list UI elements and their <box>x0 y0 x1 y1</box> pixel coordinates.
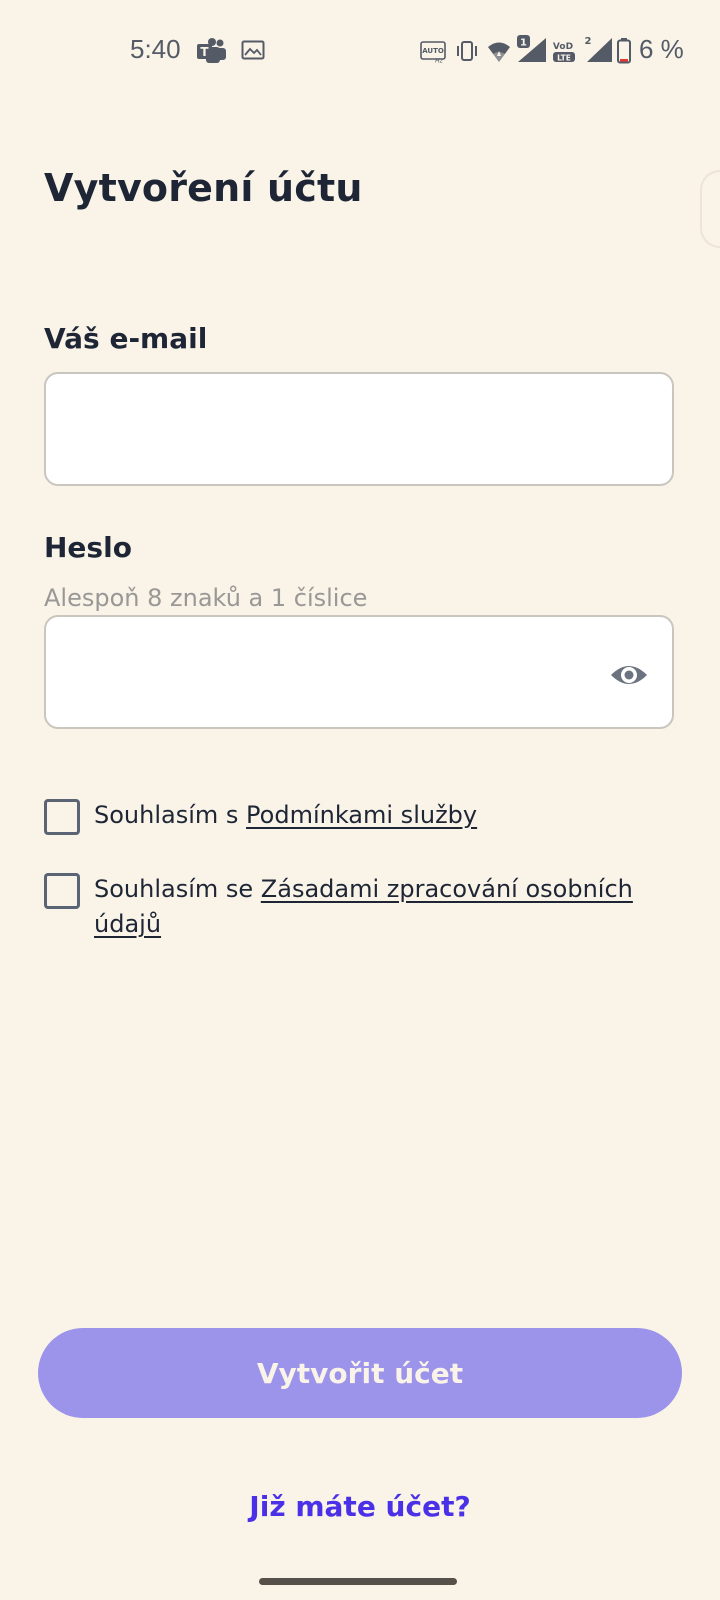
password-hint: Alespoň 8 znaků a 1 číslice <box>44 584 368 612</box>
image-icon <box>241 40 265 64</box>
volte-icon: VoD LTE <box>552 38 578 68</box>
battery-icon <box>617 38 631 68</box>
vibrate-icon <box>455 40 479 66</box>
auto-hz-icon: AUTO Hz <box>420 41 446 67</box>
svg-text:Hz: Hz <box>435 58 444 64</box>
email-field[interactable] <box>44 372 674 486</box>
privacy-consent-prefix: Souhlasím se <box>94 875 261 903</box>
svg-text:VoD: VoD <box>553 42 573 52</box>
signal-icon: 1 <box>516 34 548 68</box>
wifi-icon <box>487 40 511 68</box>
terms-consent-prefix: Souhlasím s <box>94 801 247 829</box>
status-bar: 5:40 T AUTO Hz 1 VoD LTE 2 6 % <box>0 0 720 104</box>
terms-checkbox[interactable] <box>44 799 80 835</box>
page-title: Vytvoření účtu <box>44 166 363 210</box>
privacy-consent-text: Souhlasím se Zásadami zpracování osobníc… <box>94 872 684 942</box>
battery-percentage: 6 % <box>639 34 684 64</box>
password-field[interactable] <box>44 615 674 729</box>
terms-of-service-link[interactable]: Podmínkami služby <box>246 801 477 829</box>
create-account-button-label: Vytvořit účet <box>256 1356 464 1390</box>
email-label: Váš e-mail <box>44 322 208 355</box>
status-time: 5:40 <box>130 34 181 64</box>
eye-icon[interactable] <box>609 655 649 695</box>
home-indicator[interactable] <box>259 1578 457 1585</box>
sim2-badge: 2 <box>585 36 592 47</box>
terms-consent-text: Souhlasím s Podmínkami služby <box>94 798 684 833</box>
svg-text:T: T <box>200 45 209 59</box>
sim1-badge: 1 <box>520 38 527 49</box>
svg-text:LTE: LTE <box>557 54 571 63</box>
svg-text:AUTO: AUTO <box>422 47 444 55</box>
login-link[interactable]: Již máte účet? <box>0 1490 720 1523</box>
privacy-checkbox[interactable] <box>44 873 80 909</box>
teams-icon: T <box>197 37 227 69</box>
edge-panel-handle[interactable] <box>700 170 720 248</box>
create-account-button[interactable]: Vytvořit účet <box>38 1328 682 1418</box>
password-label: Heslo <box>44 531 132 564</box>
signal-2-icon: 2 <box>583 34 615 68</box>
